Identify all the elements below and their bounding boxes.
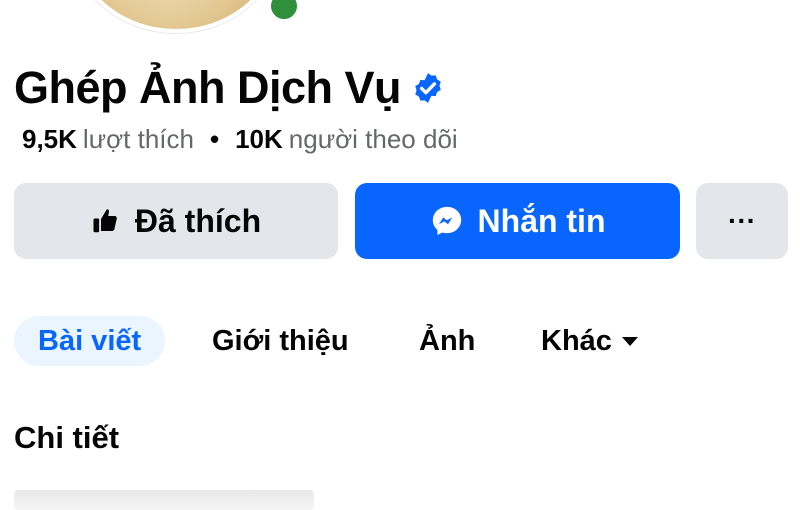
likes-count[interactable]: 9,5K [22,124,77,155]
followers-label[interactable]: người theo dõi [289,124,458,155]
profile-avatar[interactable] [72,0,280,33]
cut-off-content [14,490,314,510]
thumbs-up-icon [93,209,117,233]
messenger-icon [432,206,461,236]
message-button[interactable]: Nhắn tin [355,183,680,259]
tab-about-label: Giới thiệu [212,324,349,357]
caret-down-icon [621,336,638,346]
tab-posts[interactable]: Bài viết [14,316,166,366]
tab-posts-label: Bài viết [38,324,142,357]
stats-separator: • [209,124,220,154]
verified-badge-icon [415,73,441,103]
likes-label[interactable]: lượt thích [83,124,194,155]
page-header: Ghép Ảnh Dịch Vụ [14,58,445,118]
page-tabs: Bài viết Giới thiệu Ảnh Khác [0,316,800,366]
online-badge [268,0,300,22]
page-stats: 9,5K lượt thích • 10K người theo dõi [22,124,458,155]
tab-more-label: Khác [541,324,612,357]
tab-photos[interactable]: Ảnh [419,316,475,366]
liked-button[interactable]: Đã thích [14,183,338,259]
tab-more[interactable]: Khác [541,316,638,366]
details-section-title: Chi tiết [14,420,120,455]
liked-button-label: Đã thích [134,202,262,239]
message-button-label: Nhắn tin [477,202,606,239]
page-title: Ghép Ảnh Dịch Vụ [14,62,402,113]
tab-photos-label: Ảnh [419,324,476,357]
more-options-button[interactable]: ··· [696,183,788,259]
tab-about[interactable]: Giới thiệu [212,316,349,366]
followers-count[interactable]: 10K [235,124,283,155]
more-horizontal-icon: ··· [728,205,756,236]
